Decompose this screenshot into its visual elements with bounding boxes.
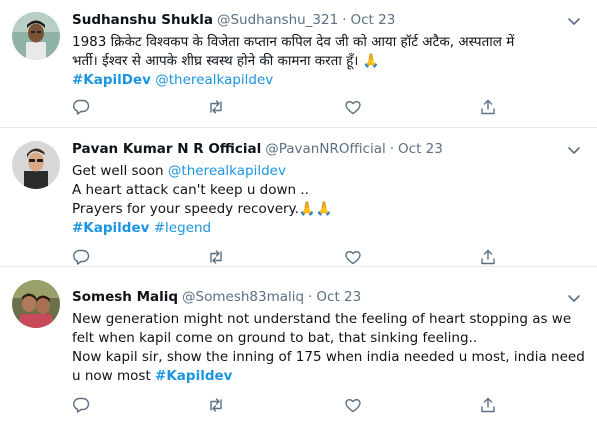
tweet-text-line: A heart attack can't keep u down .. [72, 182, 309, 198]
display-name[interactable]: Somesh Maliq [72, 289, 178, 305]
reply-icon[interactable] [72, 396, 90, 414]
avatar[interactable] [12, 12, 60, 60]
hashtag-link[interactable]: #Kapildev [155, 368, 232, 384]
retweet-icon[interactable] [207, 98, 225, 116]
tweet[interactable]: Pavan Kumar N R Official @PavanNROfficial… [0, 128, 597, 267]
tweet-text-line: Prayers for your speedy recovery.🙏🙏 [72, 201, 333, 217]
share-icon[interactable] [479, 98, 497, 116]
separator: · [308, 289, 313, 305]
avatar[interactable] [12, 141, 60, 189]
like-icon[interactable] [344, 248, 362, 266]
tweet-text-segment: Get well soon [72, 163, 168, 179]
chevron-down-icon[interactable] [567, 142, 581, 156]
mention-link[interactable]: @therealkapildev [168, 163, 286, 179]
hashtag-link[interactable]: #legend [154, 220, 211, 236]
like-icon[interactable] [344, 98, 362, 116]
separator: · [342, 12, 347, 28]
display-name[interactable]: Pavan Kumar N R Official [72, 141, 261, 157]
chevron-down-icon[interactable] [567, 290, 581, 304]
tweet-text-line: 1983 क्रिकेट विश्वकप के विजेता कप्तान कप… [72, 34, 515, 50]
retweet-icon[interactable] [207, 396, 225, 414]
tweet-text-line: भर्ती। ईश्वर से आपके शीघ्र स्वस्थ होने क… [72, 53, 380, 69]
user-handle[interactable]: @Somesh83maliq [182, 289, 304, 305]
tweet-text: New generation might not understand the … [72, 310, 585, 386]
separator: · [389, 141, 395, 157]
user-handle[interactable]: @Sudhanshu_321 [217, 12, 338, 28]
tweet-actions [72, 98, 502, 118]
hashtag-link[interactable]: #Kapildev [72, 220, 149, 236]
timestamp[interactable]: Oct 23 [351, 12, 396, 28]
tweet-actions [72, 248, 502, 268]
tweet-text: Get well soon @therealkapildev A heart a… [72, 162, 585, 238]
mention-link[interactable]: @therealkapildev [155, 72, 273, 88]
tweet-text-line: felt when kapil come on ground to bat, t… [72, 330, 478, 346]
tweet[interactable]: Sudhanshu Shukla @Sudhanshu_321 · Oct 23 19… [0, 0, 597, 128]
tweet-header: Pavan Kumar N R Official @PavanNROfficial… [72, 139, 563, 159]
reply-icon[interactable] [72, 248, 90, 266]
reply-icon[interactable] [72, 98, 90, 116]
tweet-text-segment: u now most [72, 368, 156, 384]
chevron-down-icon[interactable] [567, 13, 581, 27]
display-name[interactable]: Sudhanshu Shukla [72, 12, 213, 28]
hashtag-link[interactable]: #KapilDev [72, 72, 151, 88]
timestamp[interactable]: Oct 23 [316, 289, 361, 305]
share-icon[interactable] [479, 396, 497, 414]
timestamp[interactable]: Oct 23 [398, 141, 443, 157]
tweet[interactable]: Somesh Maliq @Somesh83maliq · Oct 23 New ge… [0, 267, 597, 429]
share-icon[interactable] [479, 248, 497, 266]
tweet-text-line: Now kapil sir, show the inning of 175 wh… [72, 349, 585, 365]
avatar[interactable] [12, 280, 60, 328]
tweet-actions [72, 396, 502, 416]
retweet-icon[interactable] [207, 248, 225, 266]
user-handle[interactable]: @PavanNROfficial [265, 141, 385, 157]
tweet-text: 1983 क्रिकेट विश्वकप के विजेता कप्तान कप… [72, 33, 585, 90]
tweet-text-line: New generation might not understand the … [72, 311, 572, 327]
like-icon[interactable] [344, 396, 362, 414]
tweet-header: Sudhanshu Shukla @Sudhanshu_321 · Oct 23 [72, 10, 563, 30]
tweet-header: Somesh Maliq @Somesh83maliq · Oct 23 [72, 287, 563, 307]
